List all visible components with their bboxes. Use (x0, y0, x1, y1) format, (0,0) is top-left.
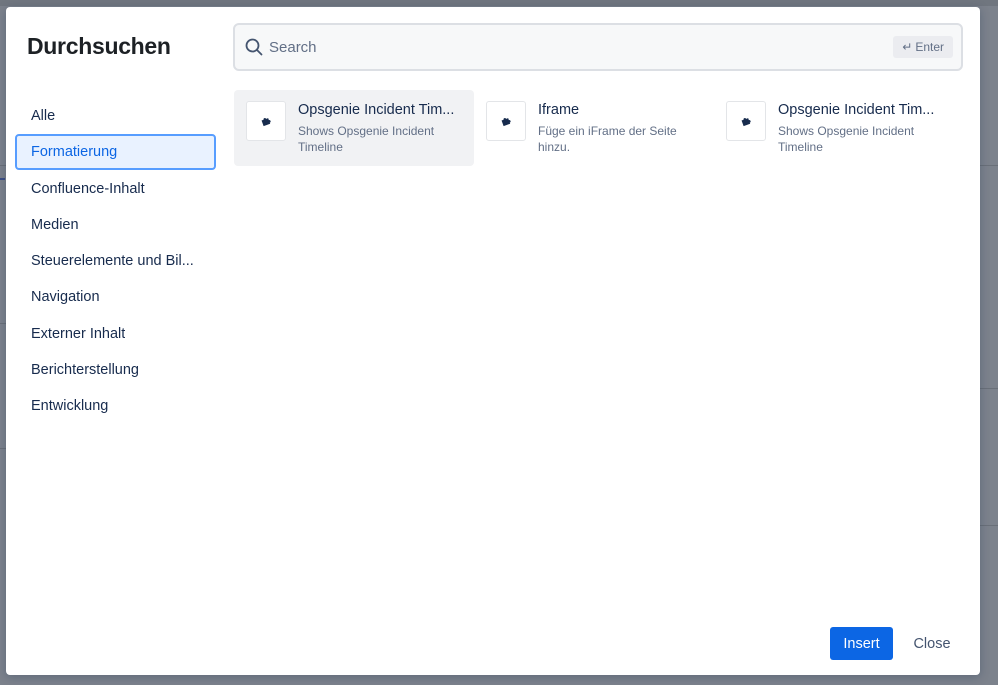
macro-card-title: Opsgenie Incident Tim... (298, 102, 455, 118)
macro-card-description: Füge ein iFrame der Seite hinzu. (538, 124, 677, 154)
puzzle-piece-icon (486, 101, 526, 141)
macro-card[interactable]: Opsgenie Incident Tim... Shows Opsgenie … (714, 90, 954, 166)
backdrop-divider (980, 388, 998, 389)
puzzle-piece-icon (246, 101, 286, 141)
category-item-formatierung[interactable]: Formatierung (15, 134, 216, 171)
macro-results-grid: Opsgenie Incident Tim... Shows Opsgenie … (234, 90, 964, 166)
category-label: Steuerelemente und Bil... (31, 253, 194, 270)
insert-macro-dialog: Durchsuchen ↵Enter Alle Formatierung Con… (6, 7, 980, 675)
category-label: Berichterstellung (31, 362, 139, 379)
backdrop-divider (980, 165, 998, 166)
category-item-navigation[interactable]: Navigation (15, 279, 216, 315)
puzzle-piece-glyph (741, 117, 751, 127)
category-item-entwicklung[interactable]: Entwicklung (15, 388, 216, 424)
category-item-medien[interactable]: Medien (15, 207, 216, 243)
category-item-steuerelemente[interactable]: Steuerelemente und Bil... (15, 243, 216, 279)
category-sidebar: Alle Formatierung Confluence-Inhalt Medi… (15, 98, 216, 425)
category-label: Externer Inhalt (31, 325, 126, 342)
macro-card-title: Iframe (538, 102, 580, 118)
macro-card-description: Shows Opsgenie Incident Timeline (778, 124, 915, 154)
puzzle-piece-glyph (261, 117, 271, 127)
macro-card[interactable]: Iframe Füge ein iFrame der Seite hinzu. (474, 90, 714, 166)
category-item-confluence-inhalt[interactable]: Confluence-Inhalt (15, 171, 216, 207)
search-input[interactable] (269, 33, 869, 61)
backdrop-accent (0, 178, 5, 180)
backdrop-topbar (0, 0, 998, 6)
dialog-title: Durchsuchen (27, 33, 171, 59)
category-label: Navigation (31, 289, 100, 306)
enter-hint: ↵ Enter (893, 36, 953, 58)
insert-button[interactable]: Insert (830, 627, 893, 660)
enter-icon: ↵ (902, 40, 913, 54)
category-label: Medien (31, 216, 79, 233)
macro-card[interactable]: Opsgenie Incident Tim... Shows Opsgenie … (234, 90, 474, 166)
enter-hint-label: Enter (915, 40, 944, 54)
category-label: Confluence-Inhalt (31, 180, 145, 197)
puzzle-piece-icon (726, 101, 766, 141)
category-label: Alle (31, 108, 56, 124)
category-item-berichterstellung[interactable]: Berichterstellung (15, 352, 216, 388)
category-item-externer-inhalt[interactable]: Externer Inhalt (15, 316, 216, 352)
close-button[interactable]: Close (902, 627, 962, 660)
puzzle-piece-glyph (501, 117, 511, 127)
macro-card-title: Opsgenie Incident Tim... (778, 102, 935, 118)
category-label: Entwicklung (31, 398, 109, 415)
category-label: Formatierung (31, 144, 118, 161)
search-icon (245, 38, 263, 56)
backdrop-divider (980, 525, 998, 526)
category-item-alle[interactable]: Alle (15, 98, 216, 134)
macro-card-description: Shows Opsgenie Incident Timeline (298, 124, 435, 154)
search-box[interactable]: ↵Enter (233, 23, 963, 71)
